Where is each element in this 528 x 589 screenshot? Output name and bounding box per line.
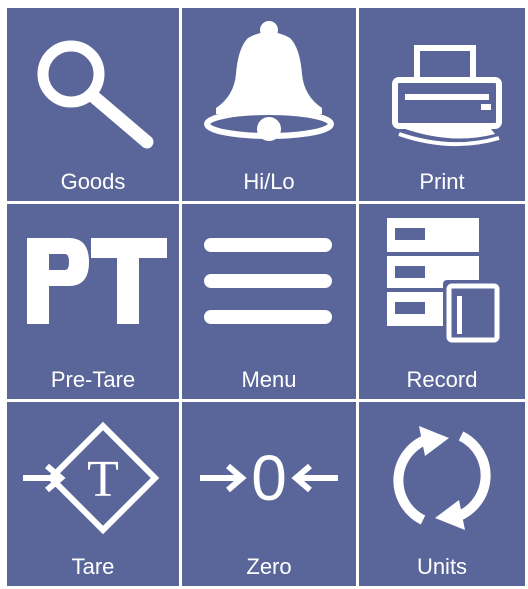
goods-button[interactable]: Goods [7, 8, 179, 201]
pre-tare-button[interactable]: Pre-Tare [7, 204, 179, 399]
printer-icon [392, 45, 502, 147]
tare-icon: T [23, 421, 160, 535]
search-icon [37, 40, 154, 149]
units-button[interactable]: Units [359, 402, 525, 586]
hi-lo-button[interactable]: Hi/Lo [182, 8, 356, 201]
print-label: Print [419, 169, 465, 194]
zero-label: Zero [246, 554, 292, 579]
menu-label: Menu [241, 367, 297, 392]
function-key-grid: Goods Hi/Lo Print Pre-Tare Menu Record T… [7, 8, 525, 586]
pt-icon [27, 238, 167, 324]
record-label: Record [406, 367, 478, 392]
goods-label: Goods [60, 169, 126, 194]
tare-label: Tare [71, 554, 115, 579]
zero-button[interactable]: 0 Zero [182, 402, 356, 586]
zero-icon-digit: 0 [251, 442, 287, 514]
menu-icon [204, 238, 332, 324]
pre-tare-label: Pre-Tare [50, 367, 136, 392]
print-button[interactable]: Print [359, 8, 525, 201]
bell-icon [204, 21, 334, 141]
tare-button[interactable]: T Tare [7, 402, 179, 586]
menu-button[interactable]: Menu [182, 204, 356, 399]
hi-lo-label: Hi/Lo [243, 169, 295, 194]
zero-icon: 0 [200, 442, 338, 514]
units-label: Units [416, 554, 468, 579]
record-button[interactable]: Record [359, 204, 525, 399]
tare-icon-letter: T [87, 451, 119, 508]
units-cycle-icon [393, 426, 491, 530]
record-icon [387, 218, 501, 343]
